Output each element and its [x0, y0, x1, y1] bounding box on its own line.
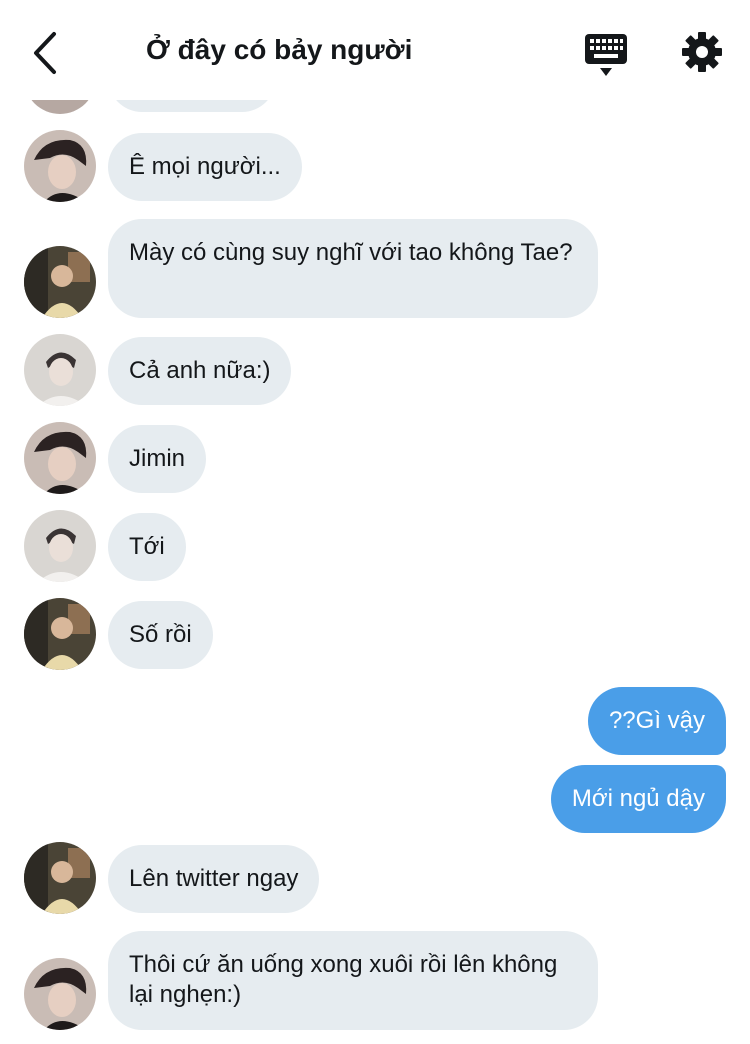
avatar[interactable]: [24, 334, 96, 406]
message-text: Tới: [129, 533, 165, 560]
message-bubble: Jimin: [108, 425, 207, 493]
message-bubble: Cả anh nữa:): [108, 337, 292, 405]
avatar[interactable]: [24, 510, 96, 582]
avatar[interactable]: [24, 130, 96, 202]
message-text: Mới ngủ dậy: [571, 785, 705, 812]
message-bubble: Mày có cùng suy nghĩ với tao không Tae?: [108, 219, 598, 318]
chevron-left-icon: [34, 32, 56, 74]
conversation-title: Ở đây có bảy người: [146, 34, 413, 65]
message-text: Mày có cùng suy nghĩ với tao không Tae?: [129, 239, 573, 266]
message-text: Ê mọi người...: [129, 153, 281, 180]
message-bubble: Lên twitter ngay: [108, 845, 320, 913]
message-bubble: Ê mọi người...: [108, 133, 302, 201]
message-text: Thôi cứ ăn uống xong xuôi rồi lên không …: [129, 951, 558, 1008]
chat-header: Ở đây có bảy người: [0, 0, 750, 100]
message-text: Số rồi: [129, 621, 192, 648]
outgoing-message-bubble: ??Gì vậy: [587, 687, 726, 755]
avatar[interactable]: [24, 598, 96, 670]
message-bubble: Thôi cứ ăn uống xong xuôi rồi lên không …: [108, 931, 598, 1030]
gear-icon: [682, 32, 722, 72]
settings-button[interactable]: [680, 30, 724, 74]
avatar[interactable]: [24, 958, 96, 1030]
message-text: ??Gì vậy: [608, 707, 705, 734]
outgoing-message-bubble: Mới ngủ dậy: [550, 765, 726, 833]
message-text: Cả anh nữa:): [129, 357, 271, 384]
message-text: Lên twitter ngay: [129, 865, 299, 892]
message-bubble: Số rồi: [108, 601, 213, 669]
message-text: Jimin: [129, 445, 186, 472]
keyboard-icon: [585, 34, 627, 76]
back-button[interactable]: [28, 30, 64, 76]
message-bubble: Tới: [108, 513, 186, 581]
avatar[interactable]: [24, 842, 96, 914]
avatar[interactable]: [24, 422, 96, 494]
keyboard-button[interactable]: [584, 32, 628, 78]
avatar[interactable]: [24, 246, 96, 318]
